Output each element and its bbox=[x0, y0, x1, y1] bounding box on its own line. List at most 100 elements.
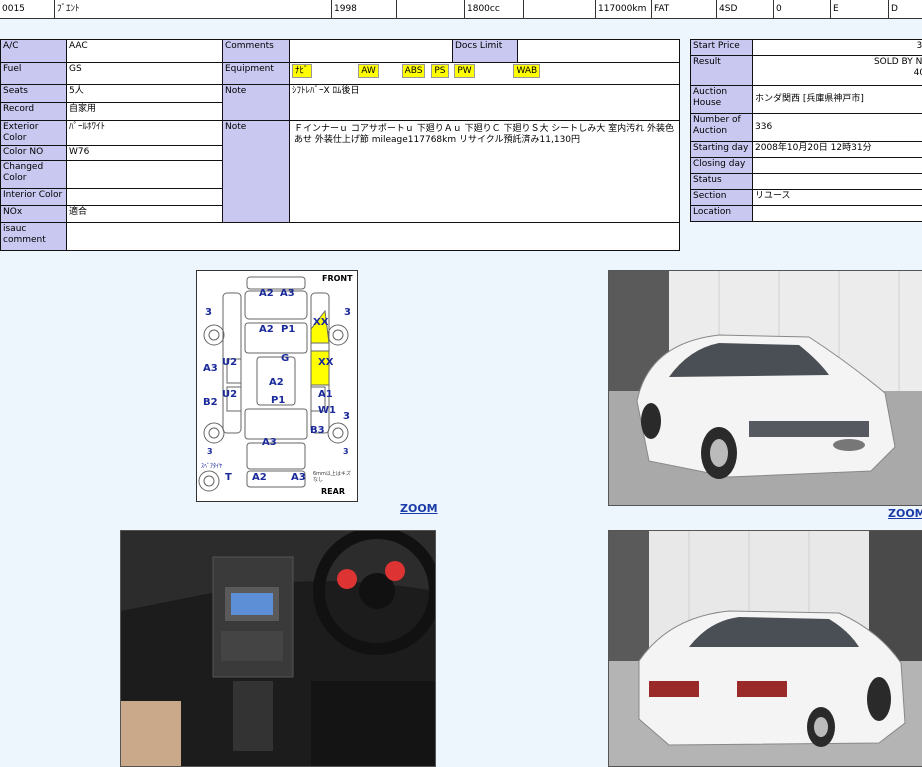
ac-label: A/C bbox=[1, 40, 67, 63]
car-rear-photo[interactable] bbox=[608, 530, 922, 767]
exterior-color-label: Exterior Color bbox=[1, 121, 67, 146]
damage-code: 3 bbox=[343, 411, 350, 422]
interior-color-label: Interior Color bbox=[1, 189, 67, 206]
rear-label: REAR bbox=[321, 487, 345, 496]
changed-color-label: Changed Color bbox=[1, 161, 67, 189]
damage-code: B2 bbox=[203, 397, 218, 408]
fuel-label: Fuel bbox=[1, 63, 67, 85]
auction-info-table: Start Price 30 Result SOLD BY NE 40, Auc… bbox=[690, 39, 922, 222]
cell-d: D bbox=[888, 0, 922, 18]
seats-value: 5人 bbox=[67, 85, 223, 103]
interior-photo[interactable] bbox=[120, 530, 436, 767]
damage-code: B3 bbox=[310, 425, 325, 436]
equipment-badge: ﾅﾋﾞ bbox=[292, 64, 312, 78]
zoom-link-diagram[interactable]: ZOOM bbox=[400, 502, 438, 515]
result-value: SOLD BY NE 40, bbox=[753, 56, 922, 86]
model-name: ﾌﾞｴﾝﾄ bbox=[54, 0, 331, 18]
note2-value: Ｆインナーｕ コアサポートｕ 下廻りＡｕ 下廻りＣ 下廻りＳ大 シートしみ大 室… bbox=[290, 121, 680, 223]
transmission: FAT bbox=[651, 0, 716, 18]
equipment-badge: PW bbox=[454, 64, 474, 78]
zoom-link-front-photo[interactable]: ZOOM bbox=[888, 507, 922, 520]
equipment-badge: PS bbox=[431, 64, 448, 78]
interior-color-value bbox=[67, 189, 223, 206]
front-label: FRONT bbox=[322, 274, 353, 283]
previous-listing-strip: 0015 ﾌﾞｴﾝﾄ 1998 1800cc 117000km FAT 4SD … bbox=[0, 0, 922, 19]
lot-number: 0015 bbox=[0, 0, 54, 18]
note-label: Note bbox=[223, 85, 290, 121]
equipment-list: ﾅﾋﾞ AW ABS PS PW WAB bbox=[290, 63, 680, 85]
body-type: 4SD bbox=[716, 0, 773, 18]
vehicle-detail-table: A/C AAC Comments Docs Limit Fuel GS Equi… bbox=[0, 39, 680, 251]
seats-label: Seats bbox=[1, 85, 67, 103]
result-label: Result bbox=[691, 56, 753, 86]
result-line-2: 40, bbox=[755, 68, 922, 79]
damage-code: U2 bbox=[222, 357, 237, 368]
damage-code: A2 bbox=[259, 324, 274, 335]
inspection-diagram: FRONT REAR A2 A3 A2 P1 XX U2 G XX A3 A2 … bbox=[196, 270, 358, 502]
section-label: Section bbox=[691, 190, 753, 206]
equipment-badge: ABS bbox=[402, 64, 426, 78]
car-front-photo[interactable] bbox=[608, 270, 922, 506]
damage-code: P1 bbox=[271, 395, 285, 406]
ac-value: AAC bbox=[67, 40, 223, 63]
car-front-image bbox=[609, 271, 922, 505]
color-no-label: Color NO bbox=[1, 146, 67, 161]
note2-label: Note bbox=[223, 121, 290, 223]
changed-color-value bbox=[67, 161, 223, 189]
status-value bbox=[753, 174, 922, 190]
damage-code: A2 bbox=[252, 472, 267, 483]
interior-image bbox=[121, 531, 435, 766]
damage-code: XX bbox=[318, 357, 333, 368]
cell-e: E bbox=[830, 0, 889, 18]
exterior-color-value: ﾊﾟｰﾙﾎﾜｲﾄ bbox=[67, 121, 223, 146]
damage-code: 3 bbox=[207, 447, 213, 456]
closing-day-label: Closing day bbox=[691, 158, 753, 174]
year: 1998 bbox=[331, 0, 396, 18]
damage-code: P1 bbox=[281, 324, 295, 335]
nox-label: NOx bbox=[1, 206, 67, 223]
starting-day-label: Starting day bbox=[691, 142, 753, 158]
damage-code: 3 bbox=[343, 447, 349, 456]
diagram-legend: 6mm以上はキズなし bbox=[313, 471, 353, 483]
record-value: 自家用 bbox=[67, 103, 223, 121]
equipment-badge: WAB bbox=[513, 64, 540, 78]
damage-code: T bbox=[225, 472, 232, 483]
damage-code: A3 bbox=[203, 363, 218, 374]
engine-cc: 1800cc bbox=[464, 0, 523, 18]
docs-limit-value bbox=[518, 40, 680, 63]
damage-code: 3 bbox=[205, 307, 212, 318]
damage-code: W1 bbox=[318, 405, 336, 416]
damage-code: XX bbox=[313, 317, 328, 328]
damage-code: G bbox=[281, 353, 289, 364]
isauc-comment-value bbox=[67, 223, 680, 251]
auction-house-label: Auction House bbox=[691, 86, 753, 114]
equipment-label: Equipment bbox=[223, 63, 290, 85]
record-label: Record bbox=[1, 103, 67, 121]
damage-code: A3 bbox=[291, 472, 306, 483]
blank-cell bbox=[523, 0, 596, 18]
nox-value: 適合 bbox=[67, 206, 223, 223]
starting-day-value: 2008年10月20日 12時31分 bbox=[753, 142, 922, 158]
damage-code: A3 bbox=[280, 288, 295, 299]
comments-value bbox=[290, 40, 453, 63]
spare-tire-note: ｽﾍﾟｱﾀｲﾔ bbox=[201, 461, 222, 470]
damage-code: A3 bbox=[262, 437, 277, 448]
number-of-auction-label: Number of Auction bbox=[691, 114, 753, 142]
closing-day-value bbox=[753, 158, 922, 174]
auction-house-value: ホンダ関西 [兵庫県神戸市] bbox=[753, 86, 922, 114]
location-label: Location bbox=[691, 206, 753, 222]
result-line-1: SOLD BY NE bbox=[755, 57, 922, 68]
damage-code: U2 bbox=[222, 389, 237, 400]
start-price-label: Start Price bbox=[691, 40, 753, 56]
equipment-badge: AW bbox=[358, 64, 379, 78]
fuel-value: GS bbox=[67, 63, 223, 85]
blank-cell bbox=[396, 0, 465, 18]
damage-code: A2 bbox=[259, 288, 274, 299]
note-value: ｼﾌﾄﾚﾊﾞｰX ﾛﾑ後日 bbox=[290, 85, 680, 121]
start-price-value: 30 bbox=[753, 40, 922, 56]
color-no-value: W76 bbox=[67, 146, 223, 161]
comments-label: Comments bbox=[223, 40, 290, 63]
damage-code: 3 bbox=[344, 307, 351, 318]
damage-code: A1 bbox=[318, 389, 333, 400]
status-label: Status bbox=[691, 174, 753, 190]
